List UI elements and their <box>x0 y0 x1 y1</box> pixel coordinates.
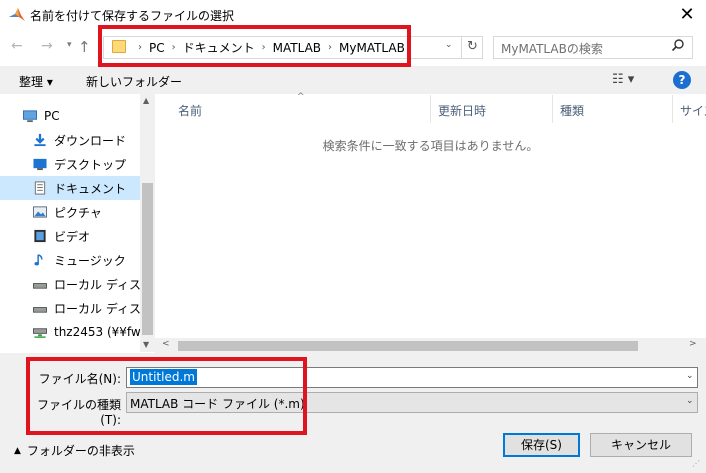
column-header-size[interactable]: サイズ <box>680 102 706 119</box>
scroll-left-arrow-icon[interactable]: < <box>162 339 170 349</box>
window-title: 名前を付けて保存するファイルの選択 <box>30 9 235 23</box>
sidebar-item-9[interactable]: thz2453 (¥¥fwa0 <box>32 320 152 344</box>
search-placeholder: MyMATLABの検索 <box>501 42 603 56</box>
filename-chevron-down-icon[interactable]: ⌄ <box>686 371 694 381</box>
sidebar-item-3[interactable]: ドキュメント <box>32 176 152 200</box>
search-icon[interactable] <box>671 38 685 52</box>
filetype-chevron-down-icon[interactable]: ⌄ <box>686 396 694 406</box>
sidebar-item-label: ミュージック <box>54 253 126 268</box>
column-header-modified[interactable]: 更新日時 <box>438 102 486 119</box>
column-header-type[interactable]: 種類 <box>560 102 584 119</box>
sidebar-item-0[interactable]: PC <box>22 104 142 128</box>
save-button[interactable]: 保存(S) <box>503 433 580 457</box>
drive-icon <box>33 283 47 289</box>
sidebar-item-2[interactable]: デスクトップ <box>32 152 152 176</box>
resize-grip-icon[interactable]: ⋰ <box>692 459 700 468</box>
scroll-right-arrow-icon[interactable]: > <box>689 339 697 349</box>
picture-icon <box>33 206 47 218</box>
video-icon <box>34 229 46 243</box>
close-button[interactable]: ✕ <box>672 2 702 28</box>
sidebar-item-label: デスクトップ <box>54 157 127 172</box>
scroll-up-arrow-icon[interactable]: ▲ <box>143 96 149 105</box>
annotation-box-address <box>98 25 411 67</box>
back-arrow-icon[interactable]: ← <box>11 38 23 54</box>
sidebar-item-label: ドキュメント <box>54 181 127 196</box>
column-divider[interactable] <box>430 95 431 123</box>
network-drive-icon <box>33 328 47 338</box>
desktop-icon <box>33 158 47 171</box>
computer-icon <box>23 110 37 123</box>
sidebar-item-5[interactable]: ビデオ <box>32 224 152 248</box>
sidebar-item-8[interactable]: ローカル ディスク (E <box>32 296 152 320</box>
annotation-box-form <box>26 357 307 435</box>
refresh-icon[interactable]: ↻ <box>461 36 483 59</box>
up-arrow-icon[interactable]: ↑ <box>78 38 91 56</box>
music-icon <box>34 254 43 266</box>
hide-folders-toggle[interactable]: ▲ フォルダーの非表示 <box>14 442 135 459</box>
sidebar-item-label: thz2453 (¥¥fwa0 <box>54 325 152 339</box>
forward-arrow-icon[interactable]: → <box>41 38 53 54</box>
hide-folders-label: フォルダーの非表示 <box>26 444 135 458</box>
view-options-icon[interactable]: ☷ ▾ <box>612 72 634 87</box>
sidebar-item-label: ローカル ディスク (C <box>54 277 152 292</box>
address-history-chevron-icon[interactable]: ⌄ <box>445 40 453 50</box>
sidebar-item-label: ピクチャ <box>54 205 102 220</box>
sidebar-item-1[interactable]: ダウンロード <box>32 128 152 152</box>
sidebar-item-label: PC <box>44 109 60 123</box>
horizontal-scrollbar-thumb[interactable] <box>178 341 638 351</box>
recent-locations-chevron-icon[interactable]: ▾ <box>67 40 72 50</box>
new-folder-button[interactable]: 新しいフォルダー <box>86 73 182 90</box>
scroll-down-arrow-icon[interactable]: ▼ <box>143 340 149 349</box>
sidebar-item-7[interactable]: ローカル ディスク (C <box>32 272 152 296</box>
file-list[interactable] <box>155 94 706 352</box>
sidebar-item-label: ダウンロード <box>54 133 127 148</box>
sidebar-item-label: ローカル ディスク (E <box>54 301 152 316</box>
nav-scrollbar-thumb[interactable] <box>142 183 153 335</box>
matlab-icon <box>9 8 25 21</box>
organize-button[interactable]: 整理 ▾ <box>19 73 53 90</box>
drive-icon <box>33 307 47 313</box>
column-header-name[interactable]: 名前 <box>178 102 202 119</box>
sidebar-item-6[interactable]: ミュージック <box>32 248 152 272</box>
cancel-button[interactable]: キャンセル <box>590 433 692 457</box>
download-icon <box>34 133 46 147</box>
help-icon[interactable]: ? <box>673 71 691 89</box>
chevron-up-icon: ▲ <box>14 445 21 456</box>
column-divider[interactable] <box>552 95 553 123</box>
document-icon <box>34 181 46 195</box>
sidebar-item-4[interactable]: ピクチャ <box>32 200 152 224</box>
empty-message: 検索条件に一致する項目はありません。 <box>322 139 539 153</box>
column-divider[interactable] <box>672 95 673 123</box>
sort-ascending-icon: ^ <box>297 92 305 102</box>
sidebar-item-label: ビデオ <box>54 229 91 244</box>
